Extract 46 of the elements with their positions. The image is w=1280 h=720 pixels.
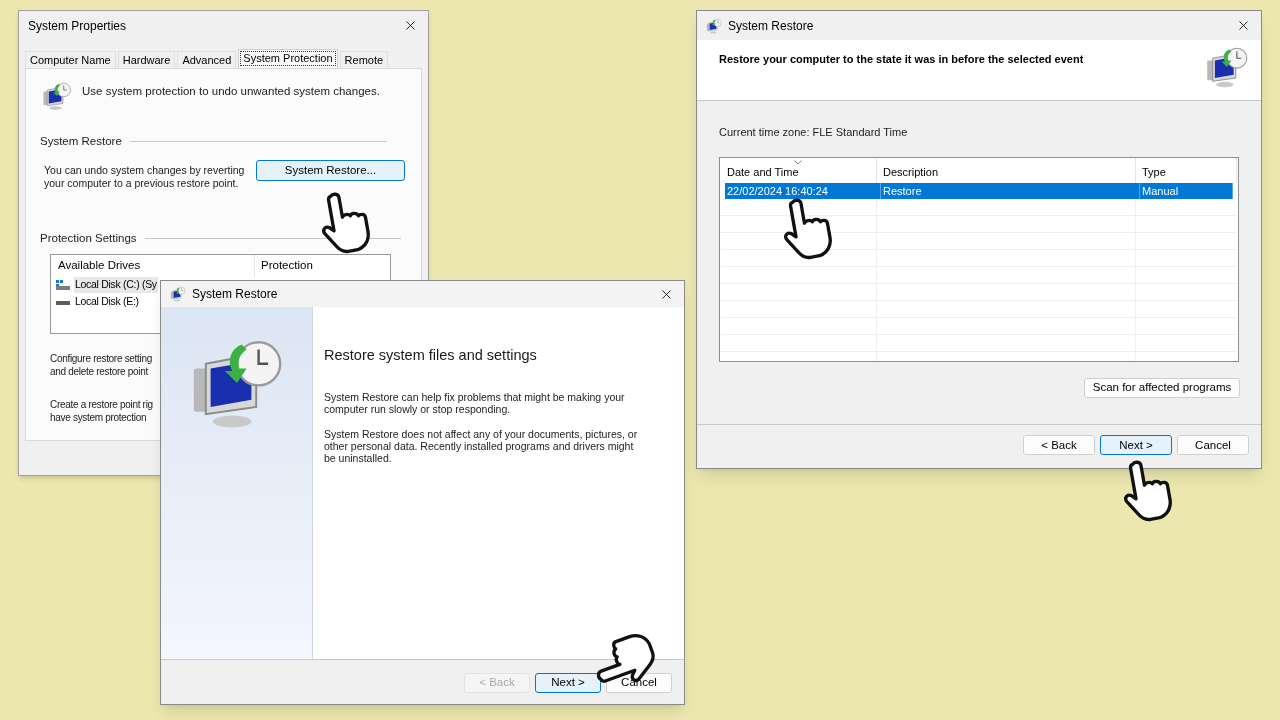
tab[interactable]: Remote — [339, 51, 389, 68]
wizard-button[interactable]: Next > — [1100, 435, 1172, 456]
wizard-button[interactable]: < Back — [1023, 435, 1095, 456]
wizard-heading: Restore system files and settings — [324, 346, 538, 365]
scan-button[interactable]: Scan for affected programs — [1084, 377, 1240, 398]
description-text: Create a restore point rig — [50, 397, 153, 411]
drive-item[interactable]: Local Disk (C:) (Sy — [74, 277, 158, 293]
column-header[interactable]: Available Drives — [51, 254, 255, 277]
table-cell[interactable]: Manual — [1140, 182, 1233, 199]
group-heading: System Restore — [40, 134, 122, 149]
window-title: System Restore — [192, 286, 278, 303]
timezone-text: Current time zone: FLE Standard Time — [719, 125, 909, 140]
system-restore-button[interactable]: System Restore... — [255, 160, 405, 182]
wizard-paragraph: System Restore does not affect any of your documents, pictures, or other personal data. Recently installed programs and drivers might be uninstalled. — [324, 427, 639, 464]
window-title: System Properties — [28, 17, 127, 35]
restore-icon — [706, 17, 722, 34]
description-text: and delete restore point — [50, 364, 148, 378]
column-header[interactable]: Type — [1136, 157, 1237, 183]
drive-icon — [56, 280, 70, 290]
table-cell[interactable]: Restore — [881, 182, 1140, 199]
column-header[interactable]: Description — [877, 157, 1136, 183]
tab[interactable]: System Protection — [238, 49, 338, 68]
column-header[interactable]: Date and Time — [721, 157, 877, 183]
drive-item[interactable]: Local Disk (E:) — [74, 294, 140, 310]
table-row[interactable]: 22/02/2024 16:40:24 Restore Manual — [725, 182, 1233, 199]
wizard-button[interactable]: Next > — [535, 673, 601, 693]
description-text: Use system protection to undo unwanted system changes. — [82, 84, 380, 99]
description-text: Configure restore setting — [50, 351, 152, 365]
tab[interactable]: Computer Name — [25, 51, 116, 68]
close-icon[interactable] — [1236, 18, 1251, 33]
tab[interactable]: Advanced — [177, 51, 237, 68]
table-cell[interactable]: 22/02/2024 16:40:24 — [725, 182, 881, 199]
group-heading: Protection Settings — [40, 231, 137, 247]
restore-icon — [1205, 45, 1249, 89]
sort-caret-icon — [794, 159, 802, 165]
wizard-button[interactable]: Cancel — [1177, 435, 1249, 456]
restore-icon — [170, 286, 186, 302]
column-header[interactable]: Protection — [255, 256, 313, 275]
description-text: have system protection — [50, 410, 147, 424]
window-title: System Restore — [728, 17, 814, 35]
restore-icon — [42, 81, 72, 111]
wizard-heading: Restore your computer to the state it was in before the selected event — [719, 52, 1084, 67]
close-icon[interactable] — [403, 18, 418, 33]
description-text: You can undo system changes by reverting your computer to a previous restore point. — [44, 164, 246, 191]
tab[interactable]: Hardware — [117, 51, 176, 68]
wizard-paragraph: System Restore can help fix problems that might be making your computer run slowly or stop responding. — [324, 390, 626, 415]
